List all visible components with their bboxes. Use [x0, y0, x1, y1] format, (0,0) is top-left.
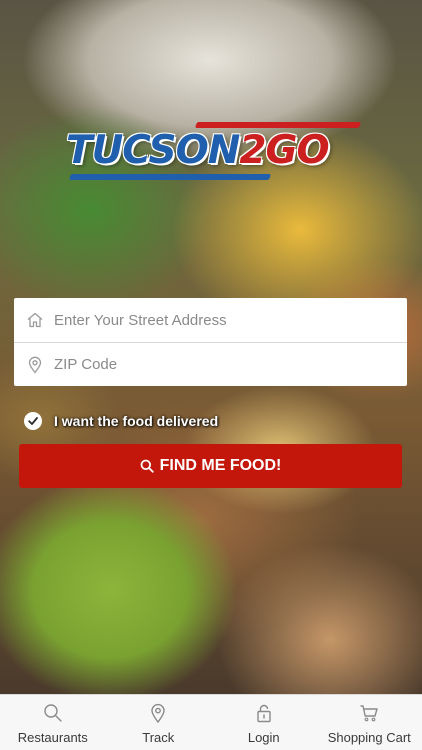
app-logo: TUCSON2GO [66, 122, 362, 182]
tab-label: Shopping Cart [327, 730, 411, 745]
bottom-tab-bar: Restaurants Track Login Shopping Cart [0, 694, 422, 750]
unlock-icon [257, 704, 271, 723]
tab-label: Login [247, 730, 280, 745]
logo-swoosh-blue [68, 174, 272, 180]
tab-restaurants[interactable]: Restaurants [0, 695, 106, 750]
tab-login[interactable]: Login [211, 695, 317, 750]
check-circle-icon[interactable] [24, 412, 42, 430]
tab-shopping-cart[interactable]: Shopping Cart [317, 695, 422, 750]
search-icon [140, 459, 154, 473]
address-form [14, 298, 407, 386]
zip-code-field[interactable] [14, 342, 407, 386]
logo-text: TUCSON2GO [66, 128, 330, 173]
checkmark-icon [28, 417, 38, 425]
street-address-field[interactable] [14, 298, 407, 342]
logo-accent-text: 2GO [239, 128, 329, 173]
delivery-checkbox[interactable]: I want the food delivered [24, 411, 218, 431]
tab-label: Restaurants [17, 730, 88, 745]
search-icon [44, 704, 62, 722]
map-pin-icon [151, 703, 165, 723]
zip-code-input[interactable] [54, 356, 394, 373]
find-me-food-button[interactable]: FIND ME FOOD! [19, 444, 402, 488]
logo-main-text: TUCSON [66, 128, 240, 173]
delivery-label: I want the food delivered [54, 413, 219, 429]
tab-track[interactable]: Track [106, 695, 212, 750]
street-address-input[interactable] [54, 311, 394, 329]
map-pin-icon [28, 356, 42, 374]
tab-label: Track [142, 730, 175, 745]
cart-icon [360, 705, 378, 722]
find-button-label: FIND ME FOOD! [159, 457, 282, 474]
home-icon [27, 312, 43, 328]
